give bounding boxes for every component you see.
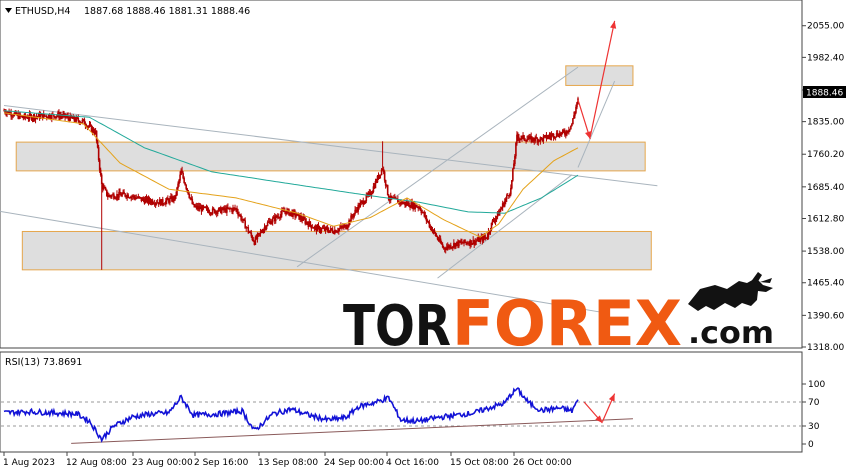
symbol-timeframe: ETHUSD,H4 — [15, 6, 70, 17]
zone-2 — [21, 230, 652, 271]
ohlc-values: 1887.68 1888.46 1881.31 1888.46 — [84, 6, 250, 17]
rsi-tick-label-1: 70 — [808, 398, 820, 408]
x-tick-label-5: 24 Sep 00:00 — [324, 458, 384, 468]
x-tick-label-2: 23 Aug 00:00 — [132, 458, 193, 468]
rsi-tick-label-3: 0 — [808, 440, 814, 450]
rsi-header: RSI(13) 73.8691 — [5, 357, 82, 368]
logo-text-com: .com — [688, 316, 774, 351]
y-tick-label-10: 1318.00 — [807, 343, 844, 353]
y-tick-label-1: 1982.40 — [807, 53, 844, 63]
x-tick-label-6: 4 Oct 16:00 — [386, 458, 439, 468]
x-tick-label-1: 12 Aug 08:00 — [66, 458, 127, 468]
zone-1 — [15, 141, 646, 172]
rsi-tick-label-0: 100 — [808, 380, 825, 390]
y-tick-label-6: 1612.80 — [807, 214, 844, 224]
x-tick-label-4: 13 Sep 08:00 — [258, 458, 318, 468]
x-tick-label-3: 2 Sep 16:00 — [194, 458, 249, 468]
chart-window[interactable]: 2055.001982.401907.601835.001760.201685.… — [0, 0, 846, 471]
y-tick-label-7: 1538.00 — [807, 247, 844, 257]
y-tick-label-0: 2055.00 — [807, 22, 844, 32]
current-price-label: 1888.46 — [806, 89, 843, 99]
y-tick-label-5: 1685.40 — [807, 183, 844, 193]
rsi-tick-label-2: 30 — [808, 422, 820, 432]
logo-text-tor: TOR — [343, 294, 451, 359]
y-tick-label-3: 1835.00 — [807, 118, 844, 128]
y-tick-label-8: 1465.40 — [807, 279, 844, 289]
x-tick-label-0: 1 Aug 2023 — [3, 458, 55, 468]
y-tick-label-4: 1760.20 — [807, 150, 844, 160]
y-tick-label-9: 1390.60 — [807, 311, 844, 321]
logo-text-forex: FOREX — [452, 287, 682, 360]
x-tick-label-8: 26 Oct 00:00 — [513, 458, 572, 468]
chart-svg[interactable]: 2055.001982.401907.601835.001760.201685.… — [0, 0, 846, 471]
x-tick-label-7: 15 Oct 08:00 — [450, 458, 509, 468]
